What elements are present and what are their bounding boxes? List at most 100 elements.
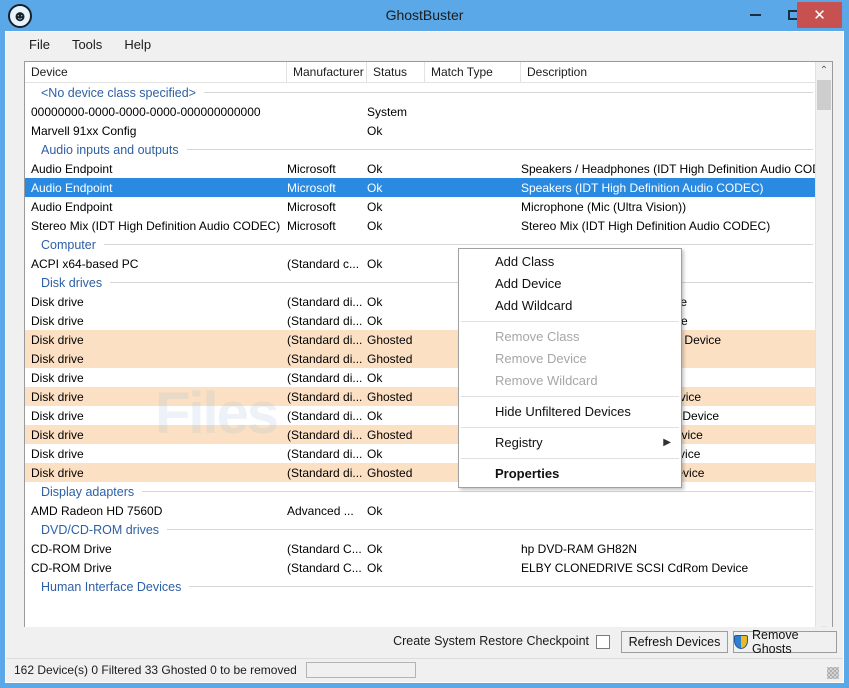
cell-manufacturer: (Standard di... [287,332,363,347]
table-row[interactable]: Marvell 91xx Config Ok [25,121,815,140]
table-row[interactable]: Disk drive(Standard di...GhostedJetFlash… [25,330,815,349]
context-menu-item-remove-wildcard: Remove Wildcard [459,370,681,392]
table-row[interactable]: Disk drive(Standard di...GhostedUSB Flas… [25,349,815,368]
refresh-devices-label: Refresh Devices [628,635,721,649]
group-divider [167,529,813,530]
column-header-manufacturer[interactable]: Manufacturer [287,62,367,83]
restore-checkpoint-checkbox[interactable] [596,635,610,649]
cell-manufacturer: (Standard di... [287,389,363,404]
context-menu-item-registry[interactable]: Registry ▶ [459,432,681,454]
table-row[interactable]: Disk drive(Standard di...GhostedGeneric-… [25,387,815,406]
device-group-label: <No device class specified> [41,85,196,100]
table-row[interactable]: Disk drive(Standard di...OkGeneric- SM/x… [25,311,815,330]
device-group-header[interactable]: Human Interface Devices [25,577,815,596]
device-group-header[interactable]: Display adapters [25,482,815,501]
table-row[interactable]: ACPI x64-based PC (Standard c... Ok [25,254,815,273]
context-menu-item-add-class[interactable]: Add Class [459,251,681,273]
device-group-header[interactable]: Audio inputs and outputs [25,140,815,159]
context-menu-item-label: Hide Unfiltered Devices [495,404,631,419]
device-group-header[interactable]: <No device class specified> [25,83,815,102]
cell-status: Ghosted [367,351,413,366]
group-divider [142,491,813,492]
context-menu-item-add-wildcard[interactable]: Add Wildcard [459,295,681,317]
table-row[interactable]: Disk drive(Standard di...GhostedIC25N080… [25,425,815,444]
remove-ghosts-button[interactable]: Remove Ghosts [733,628,837,656]
cell-manufacturer: (Standard di... [287,427,363,442]
context-menu-item-label: Remove Device [495,351,587,366]
cell-device: 00000000-0000-0000-0000-000000000000 [31,104,261,119]
group-divider [103,244,813,245]
table-row[interactable]: Disk drive(Standard di...OkGeneric- Comp… [25,406,815,425]
menu-separator [461,458,679,459]
device-group-label: Audio inputs and outputs [41,142,179,157]
cell-status: System [367,104,408,119]
submenu-arrow-icon: ▶ [663,437,671,448]
context-menu[interactable]: Add Class Add Device Add Wildcard Remove Cl… [458,248,682,488]
cell-device: Disk drive [31,389,84,404]
remove-ghosts-label: Remove Ghosts [752,628,799,656]
scroll-up-icon[interactable]: ⌃ [816,62,832,79]
table-row[interactable]: CD-ROM Drive (Standard C... Ok ELBY CLONEDR… [25,558,815,577]
column-header-status[interactable]: Status [367,62,425,83]
cell-device: Stereo Mix (IDT High Definition Audio CO… [31,218,281,233]
column-header-match-type[interactable]: Match Type [425,62,521,83]
cell-status: Ok [367,123,383,138]
context-menu-item-label: Add Device [495,276,562,291]
menu-bar: File Tools Help [6,32,843,57]
window-title: GhostBuster [385,7,464,23]
cell-status: Ok [367,161,383,176]
cell-device: Disk drive [31,294,84,309]
table-row[interactable]: Stereo Mix (IDT High Definition Audio CO… [25,216,815,235]
cell-manufacturer: (Standard di... [287,294,363,309]
menu-item-file[interactable]: File [18,34,61,55]
table-row[interactable]: Disk drive(Standard di...GhostedSanDisk … [25,463,815,482]
resize-grip-icon[interactable] [827,667,839,679]
device-group-label: Computer [41,237,96,252]
title-bar: ☻ GhostBuster ✕ [0,0,849,31]
cell-manufacturer: (Standard di... [287,446,363,461]
context-menu-item-properties[interactable]: Properties [459,463,681,485]
column-header-description[interactable]: Description [521,62,832,83]
device-group-label: Human Interface Devices [41,579,182,594]
table-row[interactable]: Disk drive(Standard di...OkUSB Flash Mem… [25,368,815,387]
close-button[interactable]: ✕ [797,2,842,28]
minimize-button[interactable] [740,2,770,28]
device-group-header[interactable]: Disk drives [25,273,815,292]
group-divider [186,149,813,150]
cell-status: Ghosted [367,427,413,442]
menu-item-tools[interactable]: Tools [61,34,113,55]
cell-description: hp DVD-RAM GH82N [521,541,638,556]
context-menu-item-add-device[interactable]: Add Device [459,273,681,295]
column-header-device[interactable]: Device [25,62,287,83]
refresh-devices-button[interactable]: Refresh Devices [621,631,728,653]
cell-device: Disk drive [31,408,84,423]
device-group-header[interactable]: Computer [25,235,815,254]
list-body[interactable]: <No device class specified> 00000000-0000… [25,83,815,635]
cell-status: Ok [367,180,383,195]
menu-separator [461,321,679,322]
table-row[interactable]: AMD Radeon HD 7560D Advanced ... Ok [25,501,815,520]
cell-device: Disk drive [31,427,84,442]
vertical-scrollbar[interactable]: ⌃ ⌄ [815,62,832,635]
table-row[interactable]: Disk drive(Standard di...OkGeneric- SD/M… [25,292,815,311]
cell-description: Microphone (Mic (Ultra Vision)) [521,199,687,214]
cell-status: Ghosted [367,389,413,404]
status-text: 162 Device(s) 0 Filtered 33 Ghosted 0 to… [14,663,297,677]
vertical-scroll-thumb[interactable] [817,80,831,110]
context-menu-item-hide-unfiltered-devices[interactable]: Hide Unfiltered Devices [459,401,681,423]
menu-item-help[interactable]: Help [113,34,162,55]
minimize-icon [749,14,761,16]
device-group-header[interactable]: DVD/CD-ROM drives [25,520,815,539]
table-row[interactable]: Audio Endpoint Microsoft Ok Microphone (Mic… [25,197,815,216]
table-row[interactable]: Audio Endpoint Microsoft Ok Speakers / Head… [25,159,815,178]
cell-device: ACPI x64-based PC [31,256,139,271]
table-row[interactable]: Disk drive(Standard di...OkGeneric- MS/M… [25,444,815,463]
table-row[interactable]: 00000000-0000-0000-0000-000000000000 Syst… [25,102,815,121]
cell-status: Ok [367,313,383,328]
status-bar: 162 Device(s) 0 Filtered 33 Ghosted 0 to… [6,658,843,682]
device-group-label: DVD/CD-ROM drives [41,522,160,537]
cell-device: Disk drive [31,465,84,480]
table-row[interactable]: CD-ROM Drive (Standard C... Ok hp DVD-RAM G… [25,539,815,558]
table-row[interactable]: Audio Endpoint Microsoft Ok Speakers (IDT H… [25,178,815,197]
context-menu-item-label: Remove Wildcard [495,373,598,388]
